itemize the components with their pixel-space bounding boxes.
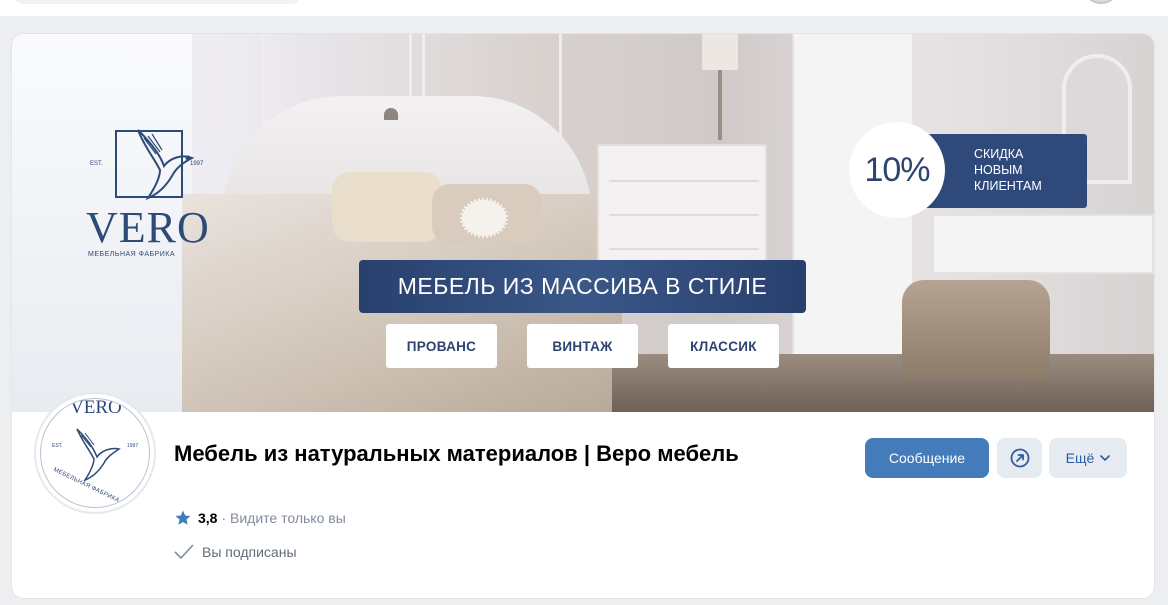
discount-percent-badge: 10% [849, 122, 945, 218]
lamp-stem [718, 70, 722, 140]
style-tag-classic: КЛАССИК [668, 324, 779, 368]
chevron-down-icon [1100, 455, 1111, 461]
pillow [332, 172, 442, 242]
discount-line: НОВЫМ [974, 163, 1023, 177]
logo-est-label: EST. [90, 161, 103, 167]
group-title: Мебель из натуральных материалов | Веро … [174, 441, 739, 466]
group-rating[interactable]: 3,8 · Видите только вы [174, 509, 346, 527]
checkmark-icon [174, 544, 194, 560]
logo-year-label: 1997 [190, 161, 204, 167]
style-tag-provence: ПРОВАНС [386, 324, 497, 368]
rating-note: · Видите только вы [221, 510, 346, 526]
star-icon [175, 510, 191, 525]
logo-subtitle: МЕБЕЛЬНАЯ ФАБРИКА [88, 251, 176, 258]
group-header-card: EST. 1997 VERO МЕБЕЛЬНАЯ ФАБРИКА СКИДКА … [12, 34, 1154, 598]
lamp-shade [702, 34, 738, 70]
search-field[interactable] [14, 0, 300, 4]
rating-value: 3,8 [198, 510, 218, 526]
user-avatar[interactable] [1086, 0, 1116, 4]
ottoman [902, 280, 1050, 380]
group-avatar[interactable]: VERO EST. 1997 МЕБЕЛЬНАЯ ФАБРИКА [34, 392, 156, 514]
avatar-year-label: 1997 [127, 443, 139, 449]
share-button[interactable] [997, 438, 1042, 478]
subscription-status[interactable]: Вы подписаны [174, 544, 297, 560]
style-tag-vintage: ВИНТАЖ [527, 324, 638, 368]
dresser-drawer [609, 156, 759, 182]
subscription-label: Вы подписаны [202, 544, 297, 560]
avatar-wordmark: VERO [70, 398, 122, 418]
share-arrow-icon [1010, 448, 1029, 468]
vanity-table [932, 214, 1154, 274]
group-avatar-image: VERO EST. 1997 МЕБЕЛЬНАЯ ФАБРИКА [40, 398, 150, 508]
group-info-panel: VERO EST. 1997 МЕБЕЛЬНАЯ ФАБРИКА Мебель … [12, 392, 1154, 598]
cover-image: EST. 1997 VERO МЕБЕЛЬНАЯ ФАБРИКА СКИДКА … [12, 34, 1154, 412]
discount-line: КЛИЕНТАМ [974, 179, 1042, 193]
dresser-drawer [609, 190, 759, 216]
swallow-bird-icon [76, 428, 121, 481]
logo-wordmark: VERO [86, 203, 210, 252]
table-lamp [702, 34, 738, 144]
lace-pillow [460, 198, 508, 238]
headboard-heart-ornament [384, 108, 398, 120]
top-navigation-bar [0, 0, 1168, 16]
message-button[interactable]: Сообщение [865, 438, 989, 478]
discount-line: СКИДКА [974, 147, 1024, 161]
dresser-drawer [609, 224, 759, 250]
avatar-est-label: EST. [52, 443, 63, 449]
cover-main-banner: МЕБЕЛЬ ИЗ МАССИВА В СТИЛЕ [359, 260, 806, 313]
more-button[interactable]: Ещё [1049, 438, 1127, 478]
more-button-label: Ещё [1065, 450, 1095, 466]
dresser [597, 144, 767, 264]
